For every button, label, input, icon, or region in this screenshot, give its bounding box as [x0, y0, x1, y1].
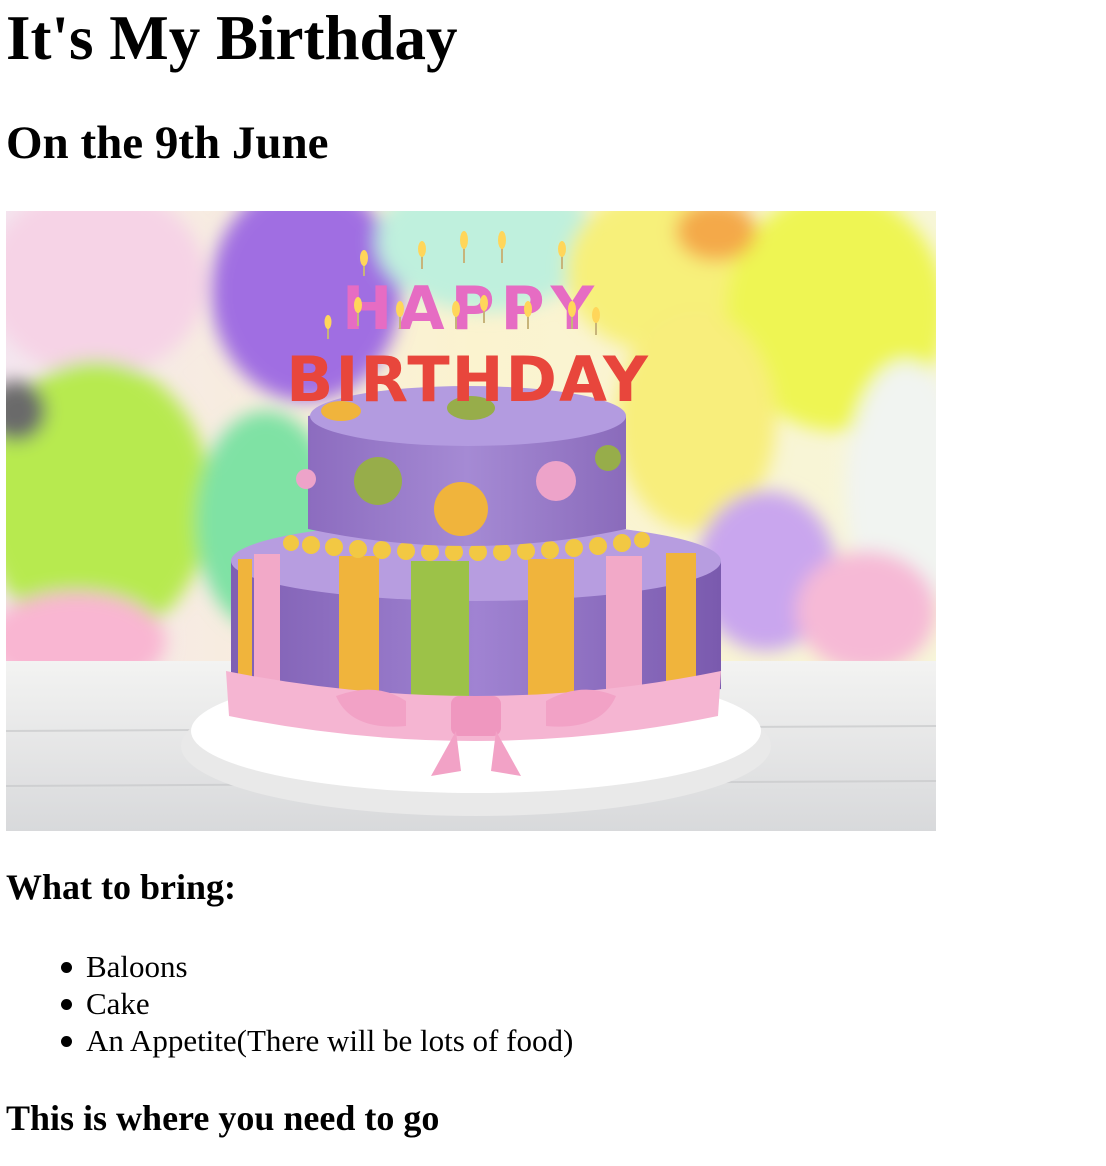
- bullet-icon: [61, 999, 72, 1010]
- candle-text-happy: HAPPY: [342, 274, 600, 344]
- bring-list: Baloons Cake An Appetite(There will be l…: [58, 948, 573, 1059]
- birthday-cake-image: HAPPY BIRTHDAY: [6, 211, 936, 831]
- list-item: Cake: [58, 985, 573, 1022]
- bring-heading: What to bring:: [6, 867, 237, 907]
- page-title: It's My Birthday: [6, 3, 458, 73]
- directions-heading: This is where you need to go: [6, 1098, 440, 1138]
- list-item-label: Baloons: [86, 949, 188, 984]
- list-item-label: An Appetite(There will be lots of food): [86, 1023, 574, 1058]
- bullet-icon: [61, 962, 72, 973]
- candle-text-birthday: BIRTHDAY: [286, 343, 650, 416]
- bullet-icon: [61, 1036, 72, 1047]
- list-item: An Appetite(There will be lots of food): [58, 1022, 573, 1059]
- list-item: Baloons: [58, 948, 573, 985]
- list-item-label: Cake: [86, 986, 150, 1021]
- page: It's My Birthday On the 9th June HAPPY B…: [0, 0, 1106, 1166]
- page-subtitle: On the 9th June: [6, 117, 329, 169]
